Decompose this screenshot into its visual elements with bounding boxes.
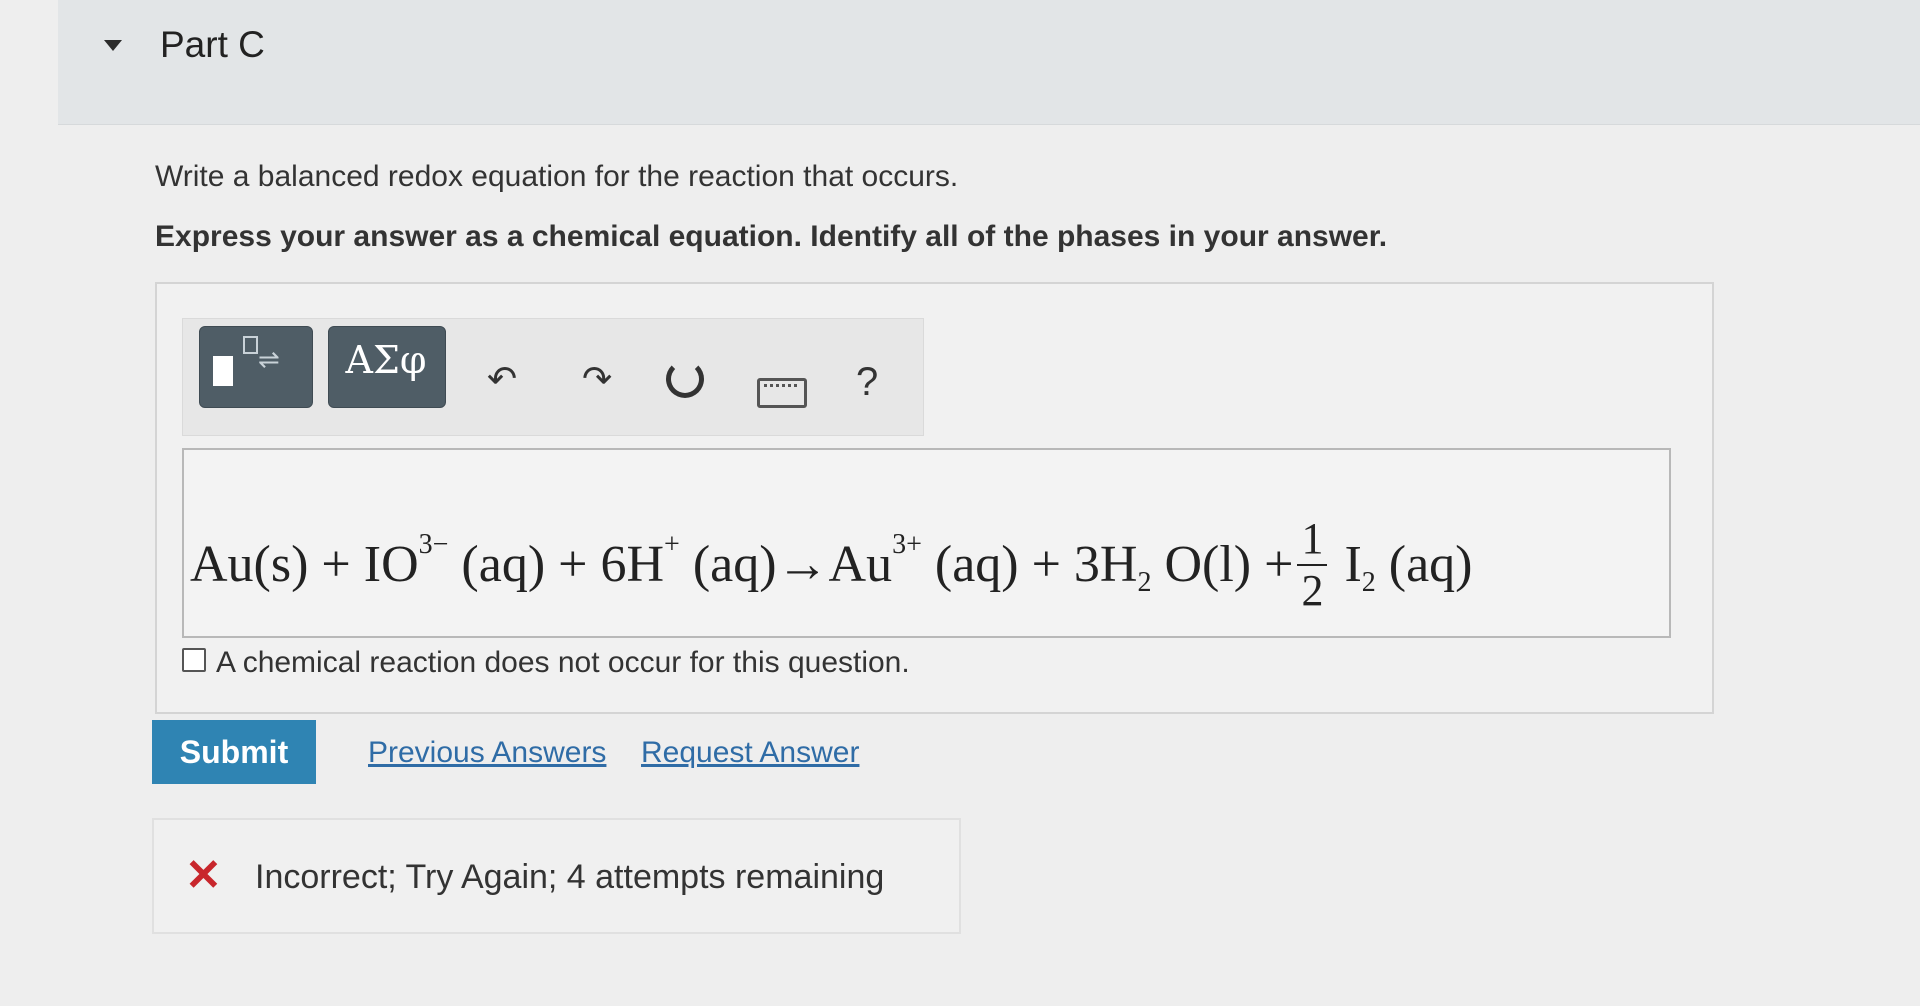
fraction: 12 (1297, 514, 1328, 615)
request-answer-link[interactable]: Request Answer (641, 736, 859, 770)
submit-button[interactable]: Submit (152, 720, 316, 784)
part-title: Part C (160, 24, 265, 65)
question-prompt: Write a balanced redox equation for the … (155, 160, 959, 193)
reset-icon[interactable] (666, 360, 704, 398)
equation-term: (aq) + 6H (448, 535, 665, 593)
iodine-subscript: 2 (1361, 566, 1376, 598)
keyboard-shortcuts-icon[interactable] (757, 378, 807, 408)
equation-term: I (1331, 535, 1362, 593)
template-superscript-icon (243, 336, 258, 354)
no-reaction-label[interactable]: A chemical reaction does not occur for t… (216, 646, 910, 680)
equation-term: (aq)→Au (679, 535, 893, 593)
equation-term: (aq) + 3H (921, 535, 1138, 593)
undo-icon[interactable]: ↶ (487, 358, 517, 400)
gold-charge: 3+ (892, 528, 922, 560)
redo-icon[interactable]: ↷ (582, 358, 612, 400)
part-header[interactable] (58, 0, 1920, 125)
equation-display: Au(s) + IO3− (aq) + 6H+ (aq)→Au3+ (aq) +… (190, 516, 1473, 614)
no-reaction-checkbox[interactable] (182, 648, 206, 672)
template-box-icon (213, 356, 233, 386)
fraction-denominator: 2 (1301, 566, 1324, 615)
feedback-message: Incorrect; Try Again; 4 attempts remaini… (255, 858, 885, 896)
collapse-caret-icon[interactable] (104, 40, 122, 51)
fraction-numerator: 1 (1301, 514, 1324, 563)
proton-charge: + (664, 528, 680, 560)
incorrect-x-icon: ✕ (185, 851, 222, 900)
previous-answers-link[interactable]: Previous Answers (368, 736, 606, 770)
iodate-charge: 3− (418, 528, 449, 560)
equilibrium-arrow-icon: ⇌ (258, 344, 280, 374)
help-button[interactable]: ? (856, 360, 878, 405)
equation-term: O(l) + (1151, 535, 1294, 593)
equation-term: (aq) (1375, 535, 1473, 593)
keyboard-keys-icon (764, 384, 797, 391)
water-subscript: 2 (1137, 566, 1152, 598)
greek-symbols-label: ΑΣφ (345, 338, 427, 382)
question-instruction: Express your answer as a chemical equati… (155, 220, 1388, 253)
equation-term: Au(s) + IO (190, 535, 419, 593)
